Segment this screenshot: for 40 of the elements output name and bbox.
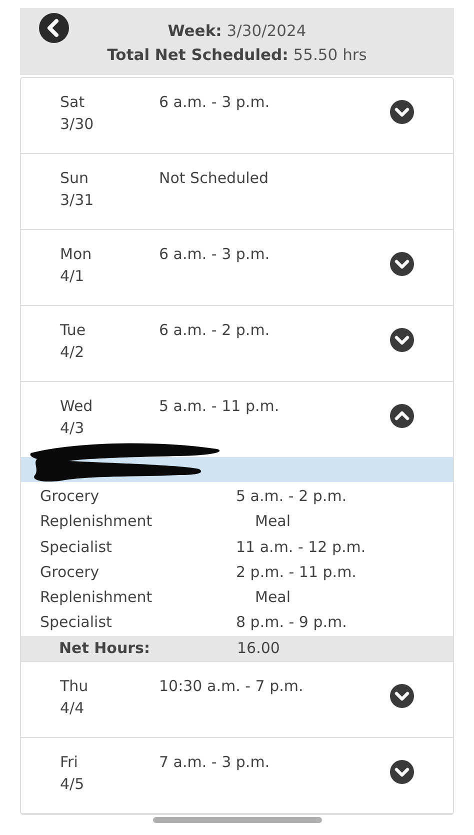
expand-icon[interactable] [390, 760, 414, 784]
day-date: 4/2 [60, 343, 86, 361]
segment-hours: 5 a.m. - 2 p.m. [236, 486, 348, 507]
day-date: 4/5 [60, 774, 86, 793]
break-label: Meal [254, 587, 292, 608]
back-icon[interactable] [39, 13, 69, 43]
net-hours-value: 16.00 [237, 639, 280, 658]
expand-icon[interactable] [390, 252, 414, 276]
shift-hours: 6 a.m. - 2 p.m. [159, 321, 271, 339]
expand-icon[interactable] [390, 684, 414, 708]
shift-hours: 10:30 a.m. - 7 p.m. [159, 676, 304, 695]
shift-hours: 6 a.m. - 3 p.m. [159, 93, 271, 111]
day-name: Sun [60, 169, 90, 187]
day-date: 3/31 [60, 191, 95, 209]
break-label: Meal [254, 511, 292, 532]
job-title: Grocery Replenishment Specialist [40, 486, 154, 558]
shift-hours: Not Scheduled [159, 169, 270, 187]
day-date: 3/30 [60, 115, 95, 133]
collapse-icon[interactable] [390, 404, 414, 428]
week-heading: Week: 3/30/2024 [168, 22, 306, 40]
expand-icon[interactable] [390, 328, 414, 352]
segment-hours: 11 a.m. - 12 p.m. [236, 536, 366, 558]
day-date: 4/3 [60, 419, 86, 437]
shift-hours: 6 a.m. - 3 p.m. [159, 245, 271, 263]
day-name: Wed [60, 397, 94, 415]
job-title: Grocery Replenishment Specialist [40, 562, 154, 634]
total-net-scheduled: Total Net Scheduled: 55.50 hrs [107, 46, 367, 64]
shift-hours: 7 a.m. - 3 p.m. [159, 752, 271, 771]
segment-hours: 2 p.m. - 11 p.m. [236, 562, 356, 583]
day-name: Mon [60, 245, 93, 263]
day-name: Tue [60, 321, 87, 339]
day-date: 4/4 [60, 698, 86, 717]
day-name: Thu [60, 676, 90, 695]
day-name: Fri [60, 752, 79, 771]
day-date: 4/1 [60, 267, 86, 285]
segment-hours: 8 p.m. - 9 p.m. [236, 612, 348, 634]
day-name: Sat [60, 93, 86, 111]
expand-icon[interactable] [390, 100, 414, 124]
net-hours-label: Net Hours: [59, 639, 151, 658]
shift-hours: 5 a.m. - 11 p.m. [159, 397, 280, 415]
